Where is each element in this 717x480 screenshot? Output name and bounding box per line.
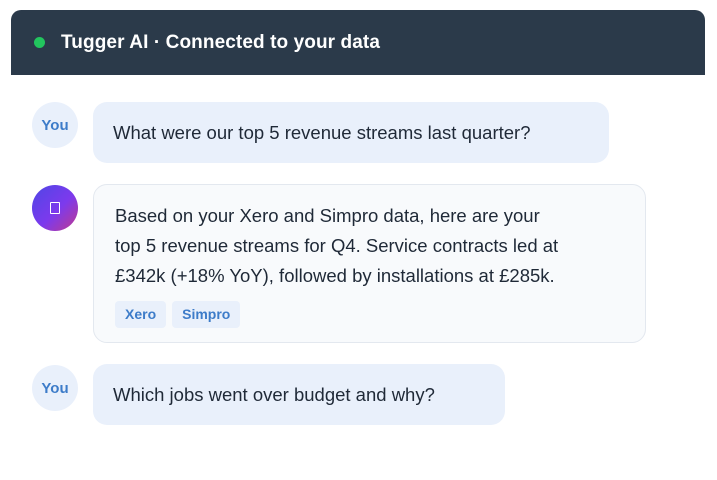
source-tag-xero[interactable]: Xero [115,301,167,328]
connection-status-icon [34,37,45,48]
assistant-message-bubble: Based on your Xero and Simpro data, here… [93,184,646,343]
assistant-message-line: £342k (+18% YoY), followed by installati… [115,265,555,286]
user-avatar: You [32,365,78,411]
message-text: Which jobs went over budget and why? [113,383,435,405]
chat-header: Tugger AI · Connected to your data [11,10,705,75]
user-message-bubble: What were our top 5 revenue streams last… [93,102,609,163]
assistant-message-line: Based on your Xero and Simpro data, here… [115,205,540,226]
message-text: What were our top 5 revenue streams last… [113,121,531,143]
chat-window: Tugger AI · Connected to your data You W… [11,10,705,480]
avatar-label: You [41,379,69,397]
user-message-bubble: Which jobs went over budget and why? [93,364,505,425]
chat-title: Tugger AI · Connected to your data [61,31,381,53]
assistant-avatar [32,185,78,231]
avatar-label: You [41,116,69,134]
ai-assistant-icon [50,202,60,214]
source-tags: Xero Simpro [115,301,625,328]
user-avatar: You [32,102,78,148]
source-tag-simpro[interactable]: Simpro [172,301,241,328]
assistant-message-line: top 5 revenue streams for Q4. Service co… [115,235,559,256]
